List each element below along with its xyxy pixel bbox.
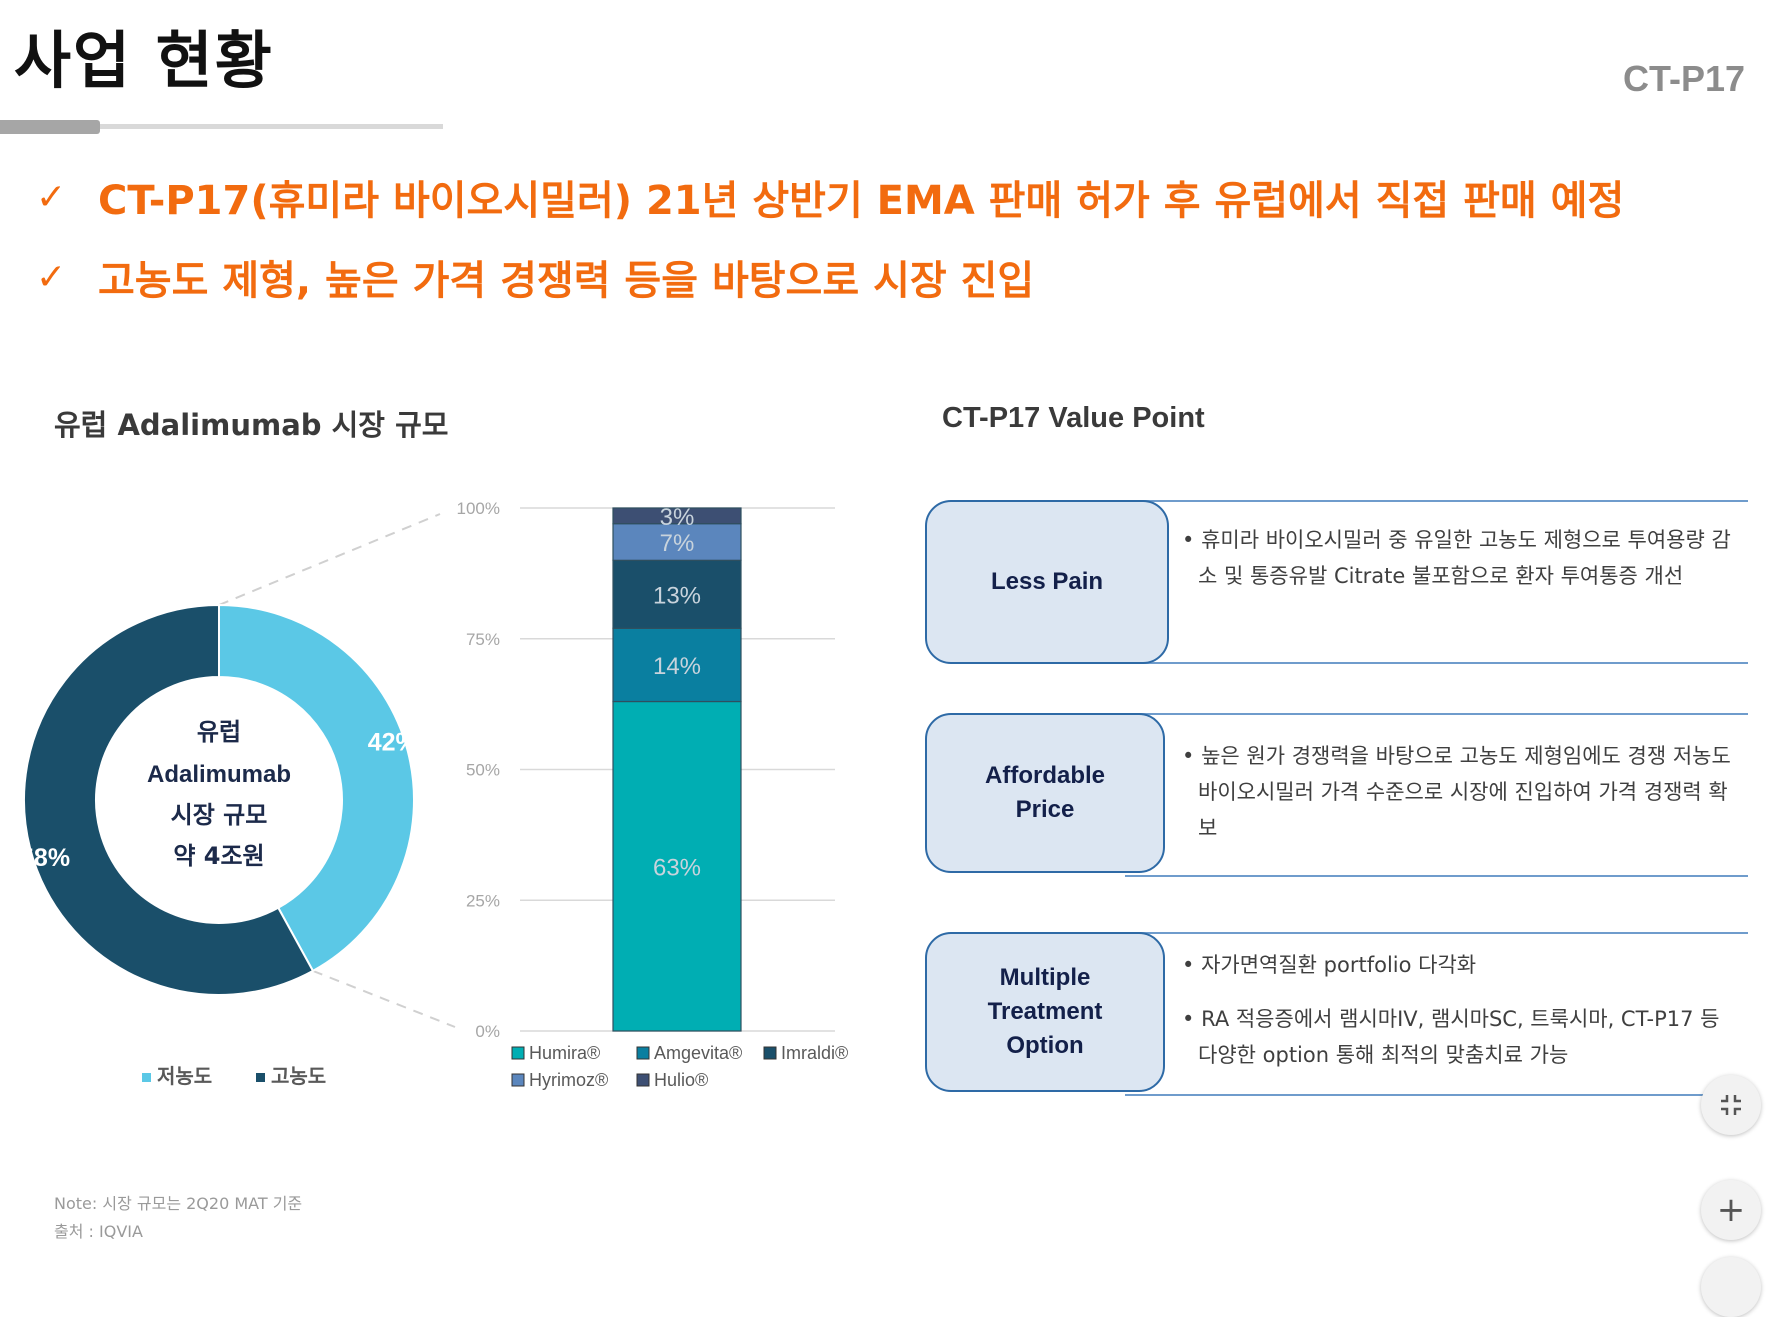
bullet-item: • RA 적응증에서 램시마IV, 램시마SC, 트룩시마, CT-P17 등 … xyxy=(1180,1001,1738,1073)
bullet-text: 높은 원가 경쟁력을 바탕으로 고농도 제형임에도 경쟁 저농도 바이오시밀러 … xyxy=(1198,744,1731,840)
headline-text: CT-P17(휴미라 바이오시밀러) 21년 상반기 EMA 판매 허가 후 유… xyxy=(98,178,1625,224)
legend-swatch xyxy=(636,1046,650,1060)
donut-data-label: 58% xyxy=(20,844,70,872)
donut-legend: 저농도 고농도 xyxy=(142,1064,326,1088)
page-title: 사업 현황 xyxy=(14,24,274,97)
legend-label: Amgevita® xyxy=(654,1043,742,1063)
market-size-title: 유럽 Adalimumab 시장 규모 xyxy=(54,408,449,442)
bullet-item: • 휴미라 바이오시밀러 중 유일한 고농도 제형으로 투여용량 감소 및 통증… xyxy=(1180,522,1738,594)
donut-center-line: Adalimumab xyxy=(147,761,291,788)
bullet-text: 휴미라 바이오시밀러 중 유일한 고농도 제형으로 투여용량 감소 및 통증유발… xyxy=(1198,528,1731,588)
bullet-icon: • xyxy=(1182,953,1195,977)
footnote: Note: 시장 규모는 2Q20 MAT 기준 출처 : IQVIA xyxy=(54,1190,302,1246)
legend-label: Hulio® xyxy=(654,1070,708,1090)
market-charts: 42%58% 유럽 Adalimumab 시장 규모 약 4조원 저농도 고농도 … xyxy=(20,499,848,1090)
bullet-text: RA 적응증에서 램시마IV, 램시마SC, 트룩시마, CT-P17 등 다양… xyxy=(1198,1007,1720,1067)
row-divider xyxy=(1125,875,1748,877)
legend-label: Humira® xyxy=(529,1043,600,1063)
y-tick-label: 0% xyxy=(475,1022,500,1041)
collapse-icon xyxy=(1721,1095,1741,1115)
value-point-row: Multiple Treatment Option • 자가면역질환 portf… xyxy=(925,932,1748,1096)
legend-swatch xyxy=(256,1073,265,1082)
row-divider xyxy=(1125,713,1748,715)
more-button[interactable] xyxy=(1701,1257,1761,1317)
value-point-title: CT-P17 Value Point xyxy=(942,402,1205,434)
bullet-icon: • xyxy=(1182,744,1195,768)
donut-center-line: 시장 규모 xyxy=(171,801,268,829)
bar-legend: Humira® Amgevita® Imraldi® Hyrimoz® Hulio® xyxy=(511,1043,848,1090)
legend-label: 고농도 xyxy=(271,1064,326,1088)
value-point-description: • 휴미라 바이오시밀러 중 유일한 고농도 제형으로 투여용량 감소 및 통증… xyxy=(1180,522,1738,612)
bullet-text: 자가면역질환 portfolio 다각화 xyxy=(1201,953,1477,977)
legend-label: Hyrimoz® xyxy=(529,1070,608,1090)
bullet-item: • 높은 원가 경쟁력을 바탕으로 고농도 제형임에도 경쟁 저농도 바이오시밀… xyxy=(1180,738,1738,846)
value-point-description: • 높은 원가 경쟁력을 바탕으로 고농도 제형임에도 경쟁 저농도 바이오시밀… xyxy=(1180,738,1738,864)
row-divider xyxy=(1125,500,1748,502)
legend-swatch xyxy=(636,1073,650,1087)
footnote-source: 출처 : IQVIA xyxy=(54,1222,143,1241)
donut-center-line: 유럽 xyxy=(197,718,241,746)
headline-text: 고농도 제형, 높은 가격 경쟁력 등을 바탕으로 시장 진입 xyxy=(98,258,1035,304)
bar-data-label: 3% xyxy=(660,504,695,531)
donut-center-line: 약 4조원 xyxy=(173,842,264,870)
bullet-icon: • xyxy=(1182,1007,1195,1031)
bar-data-label: 13% xyxy=(653,582,701,609)
y-tick-label: 100% xyxy=(457,499,500,518)
stacked-bar: 63% 14% 13% 7%3% xyxy=(612,504,742,1032)
value-point-row: Less Pain • 휴미라 바이오시밀러 중 유일한 고농도 제형으로 투여… xyxy=(925,500,1748,664)
donut-center-text: 유럽 Adalimumab 시장 규모 약 4조원 xyxy=(147,718,291,870)
footnote-note: Note: 시장 규모는 2Q20 MAT 기준 xyxy=(54,1194,303,1213)
donut-data-label: 42% xyxy=(368,728,418,756)
bullet-item: • 자가면역질환 portfolio 다각화 xyxy=(1180,947,1738,983)
value-point-description: • 자가면역질환 portfolio 다각화 • RA 적응증에서 램시마IV,… xyxy=(1180,947,1738,1091)
product-code: CT-P17 xyxy=(1622,58,1745,99)
row-divider xyxy=(1125,1094,1748,1096)
legend-swatch xyxy=(511,1073,525,1087)
legend-swatch xyxy=(763,1046,777,1060)
row-divider xyxy=(1125,662,1748,664)
legend-label: 저농도 xyxy=(157,1064,212,1088)
y-tick-label: 75% xyxy=(466,630,500,649)
bullet-icon: • xyxy=(1182,528,1195,552)
headline-item: ✓ CT-P17(휴미라 바이오시밀러) 21년 상반기 EMA 판매 허가 후… xyxy=(36,168,1624,226)
legend-swatch xyxy=(511,1046,525,1060)
legend-label: Imraldi® xyxy=(781,1043,848,1063)
connector-line xyxy=(218,513,441,606)
value-point-label: Less Pain xyxy=(925,500,1169,664)
y-tick-label: 25% xyxy=(466,891,500,910)
value-point-label: Multiple Treatment Option xyxy=(925,932,1165,1092)
connector-line xyxy=(312,969,456,1028)
bar-data-label: 7% xyxy=(660,530,695,557)
y-tick-label: 50% xyxy=(466,761,500,780)
add-button[interactable]: + xyxy=(1701,1180,1761,1240)
donut-chart: 42% 58% xyxy=(20,603,418,996)
collapse-button[interactable] xyxy=(1701,1075,1761,1135)
bar-data-label: 63% xyxy=(653,854,701,881)
value-point-label: Affordable Price xyxy=(925,713,1165,873)
value-point-row: Affordable Price • 높은 원가 경쟁력을 바탕으로 고농도 제… xyxy=(925,713,1748,877)
row-divider xyxy=(1125,932,1748,934)
checkmark-icon: ✓ xyxy=(36,176,67,218)
headline-item: ✓ 고농도 제형, 높은 가격 경쟁력 등을 바탕으로 시장 진입 xyxy=(36,248,1034,306)
checkmark-icon: ✓ xyxy=(36,256,67,298)
plus-icon: + xyxy=(1716,1190,1746,1230)
title-underline-accent xyxy=(0,120,100,134)
legend-swatch xyxy=(142,1073,151,1082)
bar-data-label: 14% xyxy=(653,653,701,680)
